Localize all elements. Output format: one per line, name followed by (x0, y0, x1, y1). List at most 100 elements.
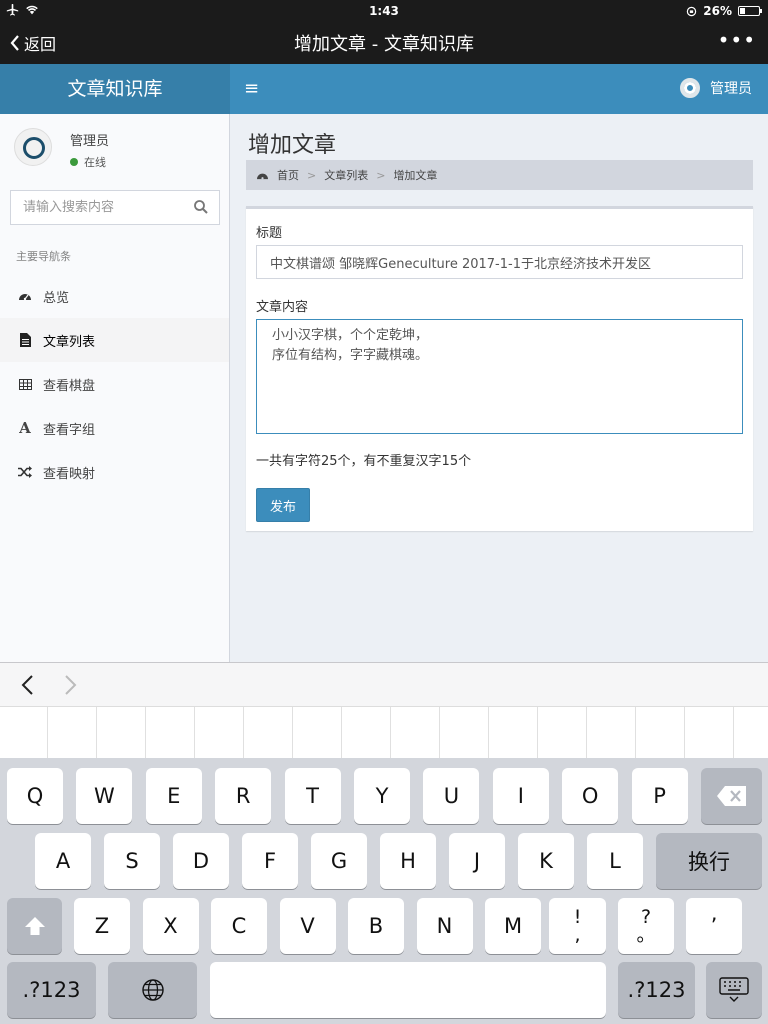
article-content-textarea[interactable]: 小小汉字棋，个个定乾坤， 序位有结构，字字藏棋魂。 (256, 319, 743, 434)
breadcrumb-separator: > (307, 168, 317, 182)
user-name: 管理员 (70, 134, 110, 149)
candidate-cell[interactable] (97, 707, 146, 759)
key-t[interactable]: T (284, 768, 341, 824)
key-z[interactable]: Z (74, 898, 130, 954)
avatar (14, 128, 52, 166)
user-avatar-icon (680, 78, 700, 98)
delete-icon (716, 786, 746, 806)
nav-header: 主要导航条 (16, 250, 71, 263)
status-time: 1:43 (369, 4, 399, 18)
key-p[interactable]: P (631, 768, 688, 824)
key-v[interactable]: V (279, 898, 336, 954)
more-options-button[interactable]: ••• (718, 28, 756, 52)
key-o[interactable]: O (562, 768, 619, 824)
key-u[interactable]: U (423, 768, 480, 824)
candidate-cell[interactable] (293, 707, 342, 759)
key-i[interactable]: I (492, 768, 549, 824)
next-field-icon[interactable] (60, 673, 80, 697)
candidate-cell[interactable] (636, 707, 685, 759)
key-punct-question[interactable]: ?。 (618, 898, 674, 954)
candidate-cell[interactable] (587, 707, 636, 759)
candidate-cell[interactable] (440, 707, 489, 759)
key-x[interactable]: X (142, 898, 199, 954)
previous-field-icon[interactable] (18, 673, 38, 697)
return-key[interactable]: 换行 (656, 833, 762, 889)
space-key[interactable] (210, 962, 606, 1018)
user-menu-label: 管理员 (710, 81, 752, 97)
keyboard-accessory-bar (0, 662, 768, 706)
candidate-cell[interactable] (244, 707, 293, 759)
delete-key[interactable] (701, 768, 762, 824)
globe-key[interactable] (108, 962, 197, 1018)
publish-button[interactable]: 发布 (256, 488, 310, 522)
sidebar: 管理员 在线 主要导航条 总览 文章列表 查看棋盘 A 查看字组 查看映射 (0, 114, 230, 662)
sidebar-item-article-list[interactable]: 文章列表 (0, 318, 229, 362)
shift-key[interactable] (7, 898, 62, 954)
breadcrumb-current: 增加文章 (393, 169, 438, 182)
dashboard-icon (18, 289, 32, 303)
numbers-key-right[interactable]: .?123 (618, 962, 695, 1018)
sidebar-nav: 总览 文章列表 查看棋盘 A 查看字组 查看映射 (0, 274, 229, 494)
candidate-cell[interactable] (734, 707, 768, 759)
key-c[interactable]: C (211, 898, 267, 954)
keyboard-hide-icon (719, 977, 749, 1002)
key-y[interactable]: Y (354, 768, 410, 824)
sidebar-item-mapping[interactable]: 查看映射 (0, 450, 229, 494)
candidate-cell[interactable] (195, 707, 244, 759)
app-header: 文章知识库 ≡ 管理员 (0, 64, 768, 114)
candidate-cell[interactable] (489, 707, 538, 759)
file-icon (18, 333, 32, 347)
key-w[interactable]: W (76, 768, 133, 824)
sidebar-item-label: 总览 (43, 290, 70, 306)
punct-label: !, (573, 906, 582, 946)
article-form: 标题 文章内容 小小汉字棋，个个定乾坤， 序位有结构，字字藏棋魂。 一共有字符2… (246, 206, 753, 531)
candidate-cell[interactable] (685, 707, 734, 759)
dashboard-icon (257, 173, 268, 179)
key-f[interactable]: F (242, 833, 298, 889)
menu-toggle-icon[interactable]: ≡ (244, 78, 259, 99)
key-apostrophe[interactable]: ’ (686, 898, 742, 954)
key-j[interactable]: J (449, 833, 505, 889)
sidebar-item-label: 文章列表 (43, 334, 96, 350)
candidate-cell[interactable] (538, 707, 587, 759)
sidebar-item-overview[interactable]: 总览 (0, 274, 229, 318)
title-input[interactable] (256, 245, 743, 279)
candidate-cell[interactable] (391, 707, 440, 759)
search-icon[interactable] (193, 199, 209, 215)
key-s[interactable]: S (104, 833, 160, 889)
online-dot-icon (70, 158, 78, 166)
sidebar-item-word-groups[interactable]: A 查看字组 (0, 406, 229, 450)
app-logo[interactable]: 文章知识库 (0, 64, 230, 114)
key-punct-exclaim[interactable]: !, (549, 898, 606, 954)
breadcrumb-home[interactable]: 首页 (277, 167, 299, 183)
hide-keyboard-key[interactable] (706, 962, 762, 1018)
key-b[interactable]: B (348, 898, 404, 954)
candidate-bar (0, 706, 768, 759)
ios-top-bar: 1:43 26% 返回 增加文章 - 文章知识库 ••• (0, 0, 768, 64)
key-q[interactable]: Q (7, 768, 63, 824)
key-e[interactable]: E (145, 768, 202, 824)
battery-percent: 26% (703, 4, 732, 18)
key-r[interactable]: R (215, 768, 272, 824)
key-l[interactable]: L (587, 833, 643, 889)
candidate-cell[interactable] (146, 707, 195, 759)
search-input[interactable] (11, 191, 181, 224)
breadcrumb-article-list[interactable]: 文章列表 (324, 167, 368, 183)
sidebar-item-board[interactable]: 查看棋盘 (0, 362, 229, 406)
key-n[interactable]: N (416, 898, 473, 954)
key-k[interactable]: K (518, 833, 574, 889)
user-status-label: 在线 (84, 156, 106, 169)
key-h[interactable]: H (380, 833, 436, 889)
candidate-cell[interactable] (48, 707, 97, 759)
font-icon: A (19, 419, 31, 437)
key-a[interactable]: A (35, 833, 91, 889)
keyboard: QWERTYUIOP ASDFGHJKL 换行 ZXCVBNM !, ?。 ’ … (0, 758, 768, 1024)
key-d[interactable]: D (173, 833, 229, 889)
key-m[interactable]: M (485, 898, 541, 954)
sidebar-item-label: 查看棋盘 (43, 378, 96, 394)
user-menu[interactable]: 管理员 (680, 78, 752, 98)
key-g[interactable]: G (311, 833, 367, 889)
numbers-key-left[interactable]: .?123 (7, 962, 96, 1018)
candidate-cell[interactable] (342, 707, 391, 759)
candidate-cell[interactable] (0, 707, 48, 759)
